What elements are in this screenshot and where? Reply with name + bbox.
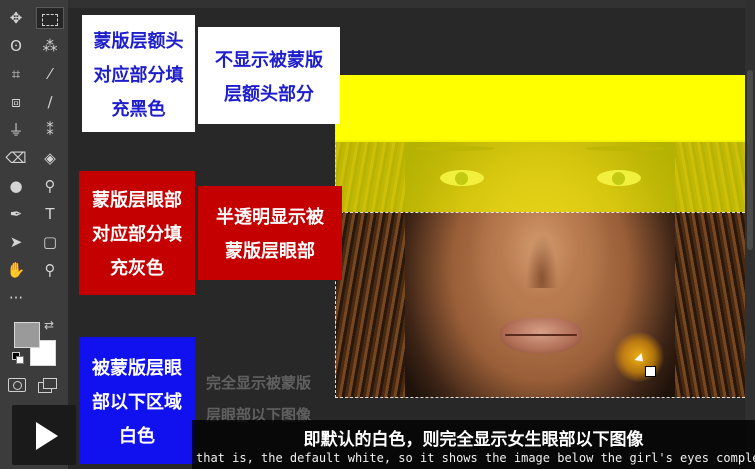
callout-line: 蒙版层眼部 [225, 241, 315, 262]
vertical-scrollbar[interactable] [745, 0, 755, 469]
path-selection-tool-icon[interactable]: ➤ [2, 231, 30, 253]
semi-transparent-eye-region [335, 140, 745, 212]
type-tool-icon[interactable]: T [36, 203, 64, 225]
hidden-forehead-region [335, 75, 745, 142]
move-tool-icon[interactable]: ✥ [2, 7, 30, 29]
callout-mask-eyes-gray: 蒙版层眼部 对应部分填 充灰色 [79, 171, 195, 295]
selection-marquee[interactable] [335, 212, 745, 398]
rectangular-marquee-tool-icon[interactable] [36, 7, 64, 29]
callout-line: 不显示被蒙版 [215, 49, 323, 71]
history-brush-tool-icon[interactable]: ⁑ [36, 119, 64, 141]
crop-tool-icon[interactable]: ⌗ [2, 63, 30, 85]
eyedropper-tool-icon[interactable]: ⁄ [36, 63, 64, 85]
quick-mask-icon[interactable] [8, 378, 26, 392]
foreground-color-swatch[interactable] [14, 322, 40, 348]
ghost-caption-line1: 完全显示被蒙版 [206, 374, 312, 392]
spot-healing-tool-icon[interactable]: ⧈ [2, 91, 30, 113]
blur-tool-icon[interactable]: ● [2, 175, 30, 197]
clone-stamp-tool-icon[interactable]: ⏚ [2, 119, 30, 141]
screen-mode-icon[interactable] [38, 378, 57, 393]
swap-colors-icon[interactable]: ⇄ [44, 318, 54, 332]
more-tools-icon[interactable]: ··· [2, 287, 30, 309]
callout-line: 部以下区域 [92, 391, 182, 413]
default-colors-icon[interactable] [12, 352, 24, 364]
rectangle-tool-icon[interactable]: ▢ [36, 231, 64, 253]
hand-tool-icon[interactable]: ✋ [2, 259, 30, 281]
callout-hide-forehead: 不显示被蒙版 层额头部分 [198, 27, 340, 124]
subtitle-chinese: 即默认的白色，则完全显示女生眼部以下图像 [303, 430, 644, 450]
play-button[interactable] [12, 405, 76, 465]
callout-line: 层额头部分 [224, 83, 314, 105]
cursor-badge-icon [645, 366, 656, 377]
magic-wand-tool-icon[interactable]: ⁂ [36, 35, 64, 57]
callout-line: 蒙版层额头 [93, 30, 184, 52]
document-tab-strip [68, 0, 755, 8]
brush-tool-icon[interactable]: ∕ [36, 91, 64, 113]
callout-line: 被蒙版层眼 [92, 357, 182, 379]
play-icon [36, 422, 58, 450]
callout-line: 对应部分填 [93, 64, 184, 86]
callout-below-eyes-white: 被蒙版层眼 部以下区域 白色 [79, 337, 195, 464]
callout-line: 对应部分填 [92, 224, 182, 245]
callout-line: 半透明显示被 [216, 207, 324, 228]
pen-tool-icon[interactable]: ✒ [2, 203, 30, 225]
paint-bucket-tool-icon[interactable]: ◈ [36, 147, 64, 169]
eraser-tool-icon[interactable]: ⌫ [2, 147, 30, 169]
tools-panel: ⇄ ✥ ʘ ⁂ ⌗ ⁄ ⧈ ∕ ⏚ ⁑ ⌫ ◈ ● ⚲ ✒ T ➤ ▢ ✋ ⚲ ··· [0, 0, 68, 469]
callout-line: 充黑色 [111, 98, 166, 120]
callout-mask-forehead-black: 蒙版层额头 对应部分填 充黑色 [82, 15, 195, 132]
callout-line: 蒙版层眼部 [92, 190, 182, 211]
dodge-tool-icon[interactable]: ⚲ [36, 175, 64, 197]
zoom-tool-icon[interactable]: ⚲ [36, 259, 64, 281]
callout-semi-transparent-eyes: 半透明显示被 蒙版层眼部 [198, 186, 342, 280]
scrollbar-thumb[interactable] [747, 70, 753, 250]
callout-line: 白色 [119, 425, 155, 447]
subtitle-english: that is, the default white, so it shows … [196, 451, 755, 465]
callout-line: 充灰色 [110, 258, 164, 279]
lasso-tool-icon[interactable]: ʘ [2, 35, 30, 57]
